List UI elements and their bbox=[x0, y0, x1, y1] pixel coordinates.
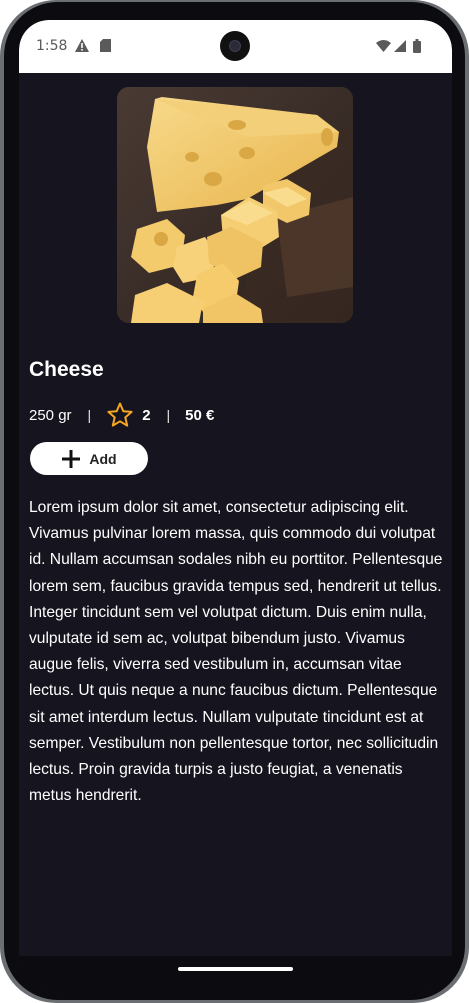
product-price: 50 € bbox=[185, 406, 215, 424]
warning-icon bbox=[75, 39, 89, 52]
battery-icon bbox=[413, 39, 421, 53]
navigation-bar bbox=[19, 956, 452, 986]
app-screen: 1:58 Cheese 250 gr | 2 | 50 € Add Lorem … bbox=[19, 20, 452, 986]
meta-separator: | bbox=[87, 407, 92, 423]
product-description: Lorem ipsum dolor sit amet, consectetur … bbox=[29, 499, 443, 805]
front-camera bbox=[220, 31, 250, 61]
signal-icon bbox=[394, 40, 406, 52]
product-meta: 250 gr | 2 | 50 € bbox=[29, 400, 214, 430]
product-rating: 2 bbox=[142, 406, 151, 424]
add-button-label: Add bbox=[89, 450, 117, 467]
product-weight: 250 gr bbox=[29, 406, 72, 424]
home-indicator[interactable] bbox=[178, 967, 293, 971]
product-image bbox=[117, 87, 353, 323]
add-button[interactable]: Add bbox=[30, 442, 148, 475]
status-time: 1:58 bbox=[36, 38, 68, 54]
meta-separator: | bbox=[166, 407, 171, 423]
cheese-photo bbox=[117, 87, 353, 323]
product-title: Cheese bbox=[29, 358, 104, 381]
star-icon bbox=[107, 402, 133, 427]
phone-bezel: 1:58 Cheese 250 gr | 2 | 50 € Add Lorem … bbox=[4, 2, 465, 1000]
plus-icon bbox=[62, 449, 81, 468]
sd-card-icon bbox=[100, 39, 111, 52]
phone-frame: 1:58 Cheese 250 gr | 2 | 50 € Add Lorem … bbox=[0, 0, 469, 1003]
wifi-icon bbox=[376, 40, 391, 52]
status-bar: 1:58 bbox=[19, 20, 452, 73]
